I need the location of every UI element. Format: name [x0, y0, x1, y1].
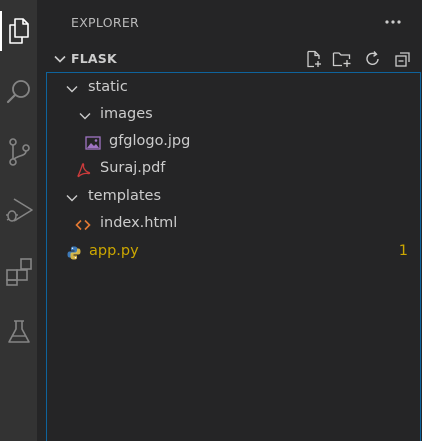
html-file-icon: [75, 217, 91, 233]
activity-bar: [0, 0, 37, 441]
python-file-icon: [66, 245, 82, 261]
tree-item-file[interactable]: Suraj.pdf: [47, 156, 420, 183]
activity-run-debug-button[interactable]: [0, 189, 37, 233]
chevron-down-icon: [54, 55, 66, 63]
more-actions-button[interactable]: [381, 10, 405, 34]
run-debug-icon: [5, 198, 33, 222]
image-file-icon: [85, 135, 101, 151]
activity-extensions-button[interactable]: [0, 250, 37, 294]
chevron-down-icon: [66, 86, 78, 93]
ellipsis-icon: [385, 20, 401, 24]
tree-item-label: gfglogo.jpg: [109, 133, 191, 149]
tree-item-label: images: [100, 106, 153, 122]
sidebar-title: EXPLORER: [71, 15, 140, 30]
beaker-icon: [7, 320, 30, 343]
new-file-button[interactable]: [303, 49, 325, 69]
chevron-down-icon: [79, 113, 91, 120]
refresh-button[interactable]: [362, 49, 384, 69]
tree-item-folder[interactable]: templates: [47, 184, 420, 211]
tree-item-file[interactable]: index.html: [47, 211, 420, 238]
collapse-all-button[interactable]: [392, 49, 414, 69]
pdf-file-icon: [75, 162, 91, 178]
collapse-all-icon: [395, 52, 410, 67]
activity-search-button[interactable]: [0, 70, 37, 114]
activity-source-control-button[interactable]: [0, 130, 37, 174]
files-icon: [8, 18, 29, 44]
chevron-down-icon: [66, 195, 78, 202]
activity-explorer-button[interactable]: [0, 9, 37, 53]
search-icon: [6, 80, 30, 104]
sidebar-header: EXPLORER: [37, 0, 422, 46]
tree-item-folder[interactable]: images: [47, 102, 420, 129]
problem-count-badge: 1: [398, 243, 408, 259]
new-folder-button[interactable]: [331, 49, 353, 69]
new-file-icon: [307, 50, 321, 68]
tree-item-file[interactable]: app.py 1: [47, 239, 420, 266]
refresh-icon: [366, 51, 379, 65]
tree-item-label: static: [88, 79, 128, 95]
source-control-icon: [8, 138, 30, 166]
activity-testing-button[interactable]: [0, 310, 37, 354]
new-folder-icon: [332, 52, 351, 67]
tree-item-folder[interactable]: static: [47, 75, 420, 102]
section-header-flask[interactable]: FLASK: [37, 46, 422, 72]
section-title: FLASK: [71, 51, 117, 66]
tree-item-label: app.py: [89, 243, 139, 259]
tree-item-label: index.html: [100, 215, 178, 231]
extensions-icon: [5, 258, 32, 286]
tree-item-label: templates: [88, 188, 162, 204]
tree-item-label: Suraj.pdf: [100, 160, 166, 176]
file-tree: static images gfglogo.jpg Suraj.pdf temp…: [46, 72, 421, 441]
explorer-sidebar: EXPLORER FLASK static images gfglogo.jpg…: [37, 0, 422, 441]
tree-item-file[interactable]: gfglogo.jpg: [47, 129, 420, 156]
